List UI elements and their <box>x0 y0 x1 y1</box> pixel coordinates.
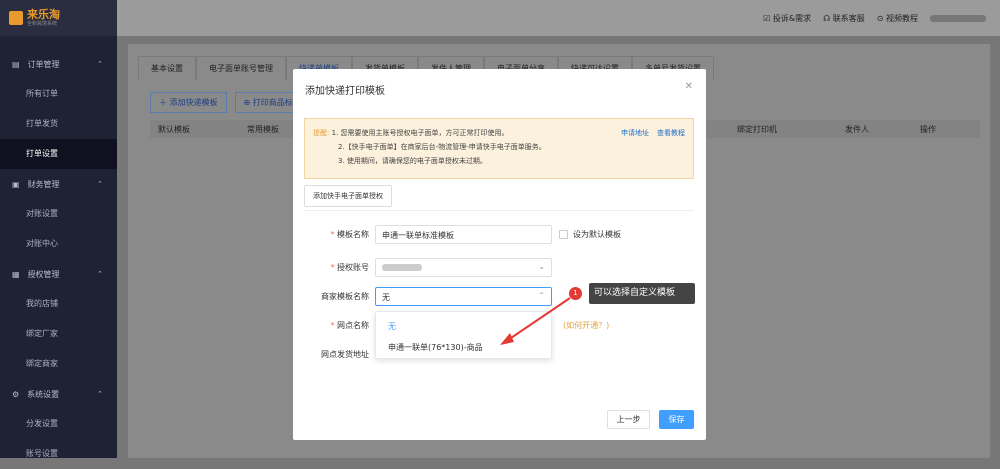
alert-tip-label: 提醒: <box>313 129 330 137</box>
wallet-icon: ▣ <box>12 179 20 189</box>
dropdown-option[interactable]: 申通一联单(76*130)-商品 <box>388 342 483 353</box>
outlet-name-label: * 网点名称 <box>330 321 369 330</box>
alert-links: 申请地址 查看教程 <box>621 126 685 140</box>
topbar-label: 投诉&需求 <box>772 13 812 23</box>
gear-icon: ⚙ <box>12 389 20 399</box>
nav-group-auth[interactable]: ▦ 授权管理 ⌃ <box>0 259 117 289</box>
prev-button[interactable]: 上一步 <box>607 410 650 429</box>
view-tutorial-link[interactable]: 查看教程 <box>657 126 685 140</box>
sidebar-item-print-ship[interactable]: 打单发货 <box>0 109 117 139</box>
tab-waybill-accounts[interactable]: 电子面单账号管理 <box>196 56 286 80</box>
logo-subtitle: 全新跨境系统 <box>27 21 58 27</box>
annotation-callout: 可以选择自定义模板 <box>589 283 695 304</box>
sidebar-item-print-settings[interactable]: 打单设置 <box>0 139 117 169</box>
default-template-checkbox[interactable]: 设为默认模板 <box>559 229 621 240</box>
sidebar-item-reconcile-settings[interactable]: 对账设置 <box>0 199 117 229</box>
add-template-button[interactable]: ＋ 添加快递模板 <box>150 92 227 113</box>
merchant-template-dropdown: 无 申通一联单(76*130)-商品 <box>375 311 552 359</box>
sidebar-item-account[interactable]: 账号设置 <box>0 439 117 469</box>
store-icon: ▦ <box>12 269 20 279</box>
label-text: 授权账号 <box>337 263 369 272</box>
checkbox-box[interactable] <box>559 230 568 239</box>
col-actions: 操作 <box>920 124 936 134</box>
complaint-link[interactable]: ☑ 投诉&需求 <box>763 13 811 24</box>
merchant-template-label: 商家模板名称 <box>321 292 369 301</box>
chevron-up-icon: ⌃ <box>97 390 103 398</box>
nav-group-label: 财务管理 <box>27 179 60 189</box>
nav-group-label: 授权管理 <box>27 269 60 279</box>
topbar-label: 视频教程 <box>886 13 918 23</box>
divider <box>304 210 694 211</box>
topbar: ☑ 投诉&需求 ☊ 联系客服 ⊙ 视频教程 <box>117 0 1000 36</box>
sidebar-item-all-orders[interactable]: 所有订单 <box>0 79 117 109</box>
apply-address-link[interactable]: 申请地址 <box>621 126 649 140</box>
checkbox-label: 设为默认模板 <box>573 230 621 239</box>
notice-alert: 提醒: 1. 您需要使用主账号授权电子面单，方可正常打印使用。 2.【快手电子面… <box>304 118 694 179</box>
auth-account-label: * 授权账号 <box>330 263 369 272</box>
chevron-up-icon: ⌃ <box>97 180 103 188</box>
chevron-up-icon: ⌃ <box>538 291 545 300</box>
template-name-input[interactable]: 申通一联单标准模板 <box>375 225 552 244</box>
col-sender: 发件人 <box>845 124 869 134</box>
alert-line: 2.【快手电子面单】在商家后台-物流管理-申请快手电子面单服务。 <box>338 143 546 151</box>
nav-group-label: 订单管理 <box>27 59 60 69</box>
alert-line: 3. 使用期间，请确保您的电子面单授权未过期。 <box>338 157 487 165</box>
col-printer: 绑定打印机 <box>737 124 777 134</box>
support-link[interactable]: ☊ 联系客服 <box>823 13 865 24</box>
sidebar-item-my-stores[interactable]: 我的店铺 <box>0 289 117 319</box>
sidebar-item-reconcile-center[interactable]: 对账中心 <box>0 229 117 259</box>
step-badge: 1 <box>569 287 582 300</box>
tab-basic[interactable]: 基本设置 <box>138 56 196 80</box>
edit-icon: ☑ <box>763 13 773 23</box>
user-menu[interactable] <box>930 14 986 22</box>
chevron-up-icon: ⌃ <box>97 60 103 68</box>
add-template-modal: 添加快递打印模板 ✕ 提醒: 1. 您需要使用主账号授权电子面单，方可正常打印使… <box>293 69 706 440</box>
select-value: 无 <box>382 293 390 302</box>
nav-group-system[interactable]: ⚙ 系统设置 ⌃ <box>0 379 117 409</box>
close-icon[interactable]: ✕ <box>685 81 693 92</box>
dropdown-option[interactable]: 无 <box>388 321 396 332</box>
sidebar-item-distribution[interactable]: 分发设置 <box>0 409 117 439</box>
sidebar-item-bind-merchant[interactable]: 绑定商家 <box>0 349 117 379</box>
logo-icon <box>9 11 23 25</box>
alert-line: 1. 您需要使用主账号授权电子面单，方可正常打印使用。 <box>331 129 509 137</box>
sidebar: 来乐淘 全新跨境系统 ▤ 订单管理 ⌃ 所有订单 打单发货 打单设置 ▣ 财务管理 ⌃ … <box>0 0 117 458</box>
how-to-open-link[interactable]: (如何开通？) <box>563 320 609 331</box>
clipboard-icon: ▤ <box>12 59 20 69</box>
label-text: 模板名称 <box>337 230 369 239</box>
app-logo[interactable]: 来乐淘 全新跨境系统 <box>0 0 117 36</box>
nav-group-finance[interactable]: ▣ 财务管理 ⌃ <box>0 169 117 199</box>
sidebar-item-bind-factory[interactable]: 绑定厂家 <box>0 319 117 349</box>
chevron-up-icon: ⌃ <box>97 270 103 278</box>
logo-text: 来乐淘 <box>27 8 60 21</box>
label-text: 网点名称 <box>337 321 369 330</box>
add-kuaishou-auth-button[interactable]: 添加快手电子面单授权 <box>304 185 392 207</box>
play-icon: ⊙ <box>876 13 886 23</box>
save-button[interactable]: 保存 <box>659 410 694 429</box>
video-tutorial-link[interactable]: ⊙ 视频教程 <box>877 13 918 24</box>
headset-icon: ☊ <box>823 13 833 23</box>
print-label-button[interactable]: ⊕ 打印商品标 <box>234 92 302 113</box>
auth-account-select[interactable]: ⌄ <box>375 258 552 277</box>
col-default: 默认模板 <box>158 124 190 134</box>
nav-group-label: 系统设置 <box>27 389 60 399</box>
nav-group-orders[interactable]: ▤ 订单管理 ⌃ <box>0 49 117 79</box>
merchant-template-select[interactable]: 无 ⌃ <box>375 287 552 306</box>
redacted-account <box>382 264 422 271</box>
toolbar: ＋ 添加快递模板 ⊕ 打印商品标 <box>150 92 302 113</box>
chevron-down-icon: ⌄ <box>538 262 545 271</box>
topbar-label: 联系客服 <box>832 13 865 23</box>
template-name-label: * 模板名称 <box>330 230 369 239</box>
outlet-address-label: 网点发货地址 <box>321 350 369 359</box>
modal-title: 添加快递打印模板 <box>305 86 385 97</box>
col-common: 常用模板 <box>247 124 279 134</box>
